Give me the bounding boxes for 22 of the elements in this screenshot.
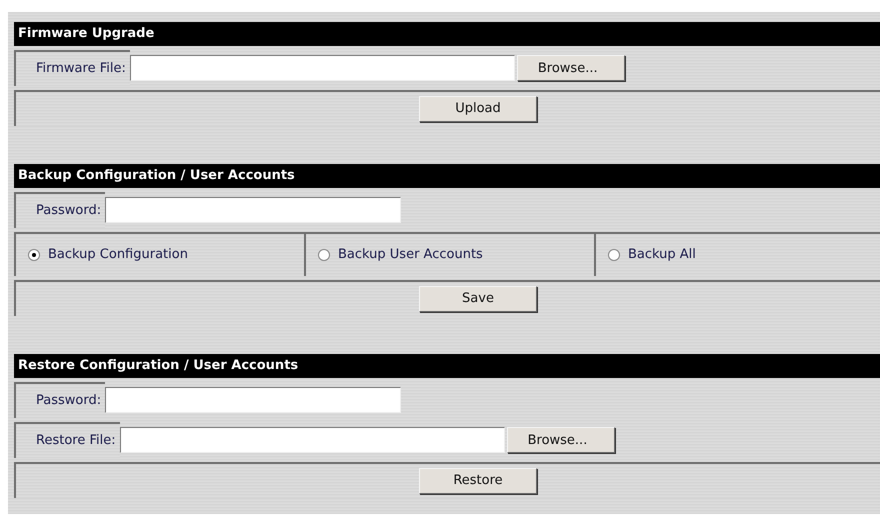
push-button[interactable]: Browse... [506, 427, 615, 454]
section-header: Restore Configuration / User Accounts [14, 354, 880, 378]
push-button[interactable]: Upload [419, 96, 537, 122]
radio-button[interactable] [608, 249, 620, 261]
text-field[interactable] [105, 387, 402, 413]
field-label: Password: [36, 202, 102, 220]
push-button[interactable]: Browse... [516, 55, 625, 82]
radio-button[interactable] [28, 249, 40, 261]
field-label: Password: [36, 392, 102, 410]
push-button[interactable]: Restore [419, 468, 537, 494]
push-button[interactable]: Save [419, 286, 537, 312]
radio-label: Backup User Accounts [338, 246, 483, 264]
section-header: Firmware Upgrade [14, 22, 880, 46]
radio-button[interactable] [318, 249, 330, 261]
radio-label: Backup Configuration [48, 246, 188, 264]
field-label: Restore File: [36, 432, 116, 450]
text-field[interactable] [120, 427, 505, 453]
text-field[interactable] [130, 55, 515, 81]
text-field[interactable] [105, 197, 402, 223]
radio-label: Backup All [628, 246, 696, 264]
section-header: Backup Configuration / User Accounts [14, 164, 880, 188]
field-label: Firmware File: [36, 60, 126, 78]
